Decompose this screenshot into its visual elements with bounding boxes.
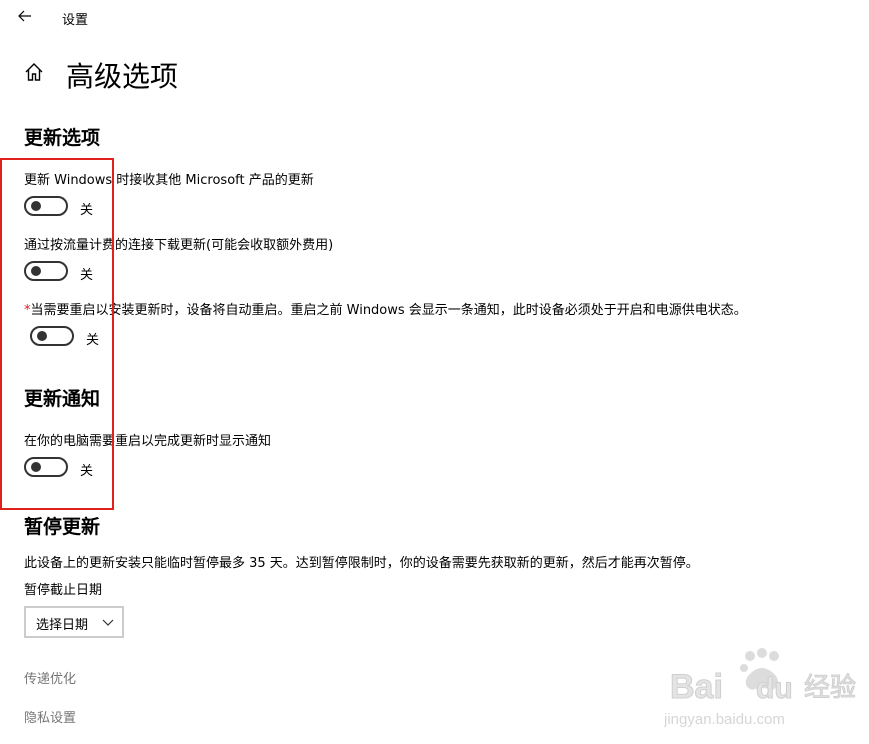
pause-date-select-value: 选择日期: [36, 618, 89, 633]
update-options-heading: 更新选项: [24, 127, 101, 149]
toggle-knob: [31, 266, 41, 276]
toggle-knob: [37, 331, 47, 341]
metered-connection-toggle[interactable]: [24, 261, 68, 281]
chevron-down-icon: [102, 619, 114, 626]
other-products-updates-label: 更新 Windows 时接收其他 Microsoft 产品的更新: [24, 173, 314, 188]
auto-restart-toggle[interactable]: [30, 326, 74, 346]
back-arrow-icon: [18, 10, 31, 22]
svg-text:Bai: Bai: [670, 668, 723, 706]
toggle-state-text: 关: [80, 268, 94, 283]
pause-date-select[interactable]: 选择日期: [24, 606, 124, 638]
svg-text:jingyan.baidu.com: jingyan.baidu.com: [664, 711, 785, 728]
svg-text:du: du: [756, 672, 793, 705]
update-notifications-heading: 更新通知: [24, 388, 101, 410]
auto-restart-label: *当需要重启以安装更新时，设备将自动重启。重启之前 Windows 会显示一条通…: [24, 299, 747, 318]
toggle-state-text: 关: [80, 203, 94, 218]
page-title: 高级选项: [66, 60, 179, 93]
toggle-knob: [31, 462, 41, 472]
metered-connection-label: 通过按流量计费的连接下载更新(可能会收取额外费用): [24, 238, 334, 253]
title-bar: 设置: [0, 0, 869, 34]
restart-notification-toggle[interactable]: [24, 457, 68, 477]
toggle-state-text: 关: [80, 464, 94, 479]
home-icon: [24, 62, 44, 82]
pause-updates-heading: 暂停更新: [24, 516, 101, 538]
delivery-optimization-link[interactable]: 传递优化: [24, 668, 76, 687]
toggle-state-text: 关: [86, 333, 100, 348]
back-button[interactable]: [14, 5, 36, 27]
pause-description: 此设备上的更新安装只能临时暂停最多 35 天。达到暂停限制时，你的设备需要先获取…: [24, 556, 699, 571]
window-title: 设置: [62, 13, 89, 28]
other-products-updates-toggle[interactable]: [24, 196, 68, 216]
svg-text:经验: 经验: [804, 673, 856, 703]
baidu-watermark: Bai du 经验 jingyan.baidu.com: [663, 648, 864, 738]
toggle-knob: [31, 201, 41, 211]
pause-date-label: 暂停截止日期: [24, 583, 103, 598]
restart-notification-label: 在你的电脑需要重启以完成更新时显示通知: [24, 434, 272, 449]
auto-restart-text: 当需要重启以安装更新时，设备将自动重启。重启之前 Windows 会显示一条通知…: [30, 303, 747, 318]
privacy-settings-link[interactable]: 隐私设置: [24, 707, 76, 726]
